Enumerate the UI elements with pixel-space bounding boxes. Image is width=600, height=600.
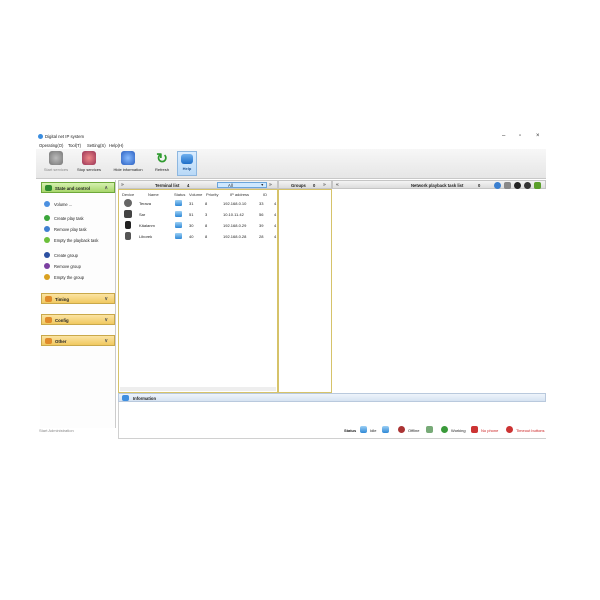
table-row[interactable]: Sar 51 3 10.10.11.42 56 4 (119, 209, 277, 219)
status-idle-icon (175, 211, 182, 217)
terminal-device-icon (125, 232, 131, 240)
remove-group-icon (44, 263, 50, 269)
remove-play-task-icon (44, 226, 50, 232)
phone-device-icon (124, 210, 132, 218)
create-group-icon (44, 252, 50, 258)
play-icon[interactable] (494, 182, 501, 189)
chevron-down-icon: ∨ (104, 317, 108, 323)
section-config[interactable]: Config ∨ (41, 314, 115, 325)
state-control-icon (45, 185, 52, 191)
section-other[interactable]: Other ∨ (41, 335, 115, 346)
empty-playback-task-icon (44, 237, 50, 243)
window-title: Digital net IP system (45, 134, 85, 139)
chevron-down-icon: ∨ (104, 296, 108, 302)
working-status-icon (441, 426, 448, 433)
hide-information-icon (121, 151, 135, 165)
table-row[interactable]: Liborek 40 8 192.168.0.28 28 4 (119, 231, 277, 241)
chevron-down-icon: ∨ (104, 338, 108, 344)
playback-task-panel (332, 189, 546, 393)
section-state-control[interactable]: State and control ∧ (41, 182, 115, 193)
terminal-device-icon (125, 221, 131, 229)
expand-right-icon[interactable]: » (323, 182, 326, 188)
menu-help[interactable]: Help(H) (109, 143, 123, 148)
table-row[interactable]: Käalanm 30 8 192.168.0.29 39 4 (119, 220, 277, 230)
settings-icon[interactable] (534, 182, 541, 189)
minimize-icon[interactable]: – (502, 133, 505, 140)
status-idle-icon (175, 222, 182, 228)
horizontal-scrollbar[interactable] (120, 387, 276, 391)
maximize-icon[interactable]: ▫ (519, 133, 521, 140)
table-row[interactable]: Terava 31 8 192.168.0.10 33 4 (119, 198, 277, 208)
chevron-down-icon: ▼ (260, 183, 264, 187)
empty-group-icon (44, 274, 50, 280)
timing-icon (45, 296, 52, 302)
close-icon[interactable]: × (536, 133, 540, 140)
refresh-button[interactable]: ↻ Refresh (151, 151, 173, 172)
list-icon[interactable] (504, 182, 511, 189)
menu-setting[interactable]: Setting(S) (87, 143, 106, 148)
menu-bar: Operating(O) Tool(T) Setting(S) Help(H) (36, 142, 546, 149)
stop-icon[interactable] (514, 182, 521, 189)
no-phone-icon (471, 426, 478, 433)
offline-status-icon (398, 426, 405, 433)
help-book-icon (181, 154, 193, 164)
collapse-left-icon[interactable]: « (336, 182, 339, 188)
groups-header: Groups 0 » (278, 180, 332, 189)
timeout-icon (506, 426, 513, 433)
speaker-status-icon (382, 426, 389, 433)
sidebar: State and control ∧ Volume ... Create pl… (40, 180, 116, 428)
title-bar: Digital net IP system – ▫ × (36, 131, 546, 142)
section-timing[interactable]: Timing ∨ (41, 293, 115, 304)
chevron-up-icon: ∧ (104, 185, 108, 191)
collapse-left-icon[interactable]: » (121, 182, 124, 188)
toolbar: Start services Stop services Hide inform… (36, 149, 546, 179)
speaker-working-icon (426, 426, 433, 433)
speaker-device-icon (124, 199, 132, 207)
expand-right-icon[interactable]: » (269, 182, 272, 188)
terminal-list-panel: Device Name Status Volume Priority IP ad… (118, 189, 278, 393)
terminal-filter-select[interactable]: All ▼ (217, 182, 267, 188)
status-bar: Start Administration Status Idle Offline… (39, 426, 545, 433)
volume-icon (44, 201, 50, 207)
help-button[interactable]: Help (177, 151, 197, 176)
app-window: Digital net IP system – ▫ × Operating(O)… (36, 131, 546, 439)
app-logo-icon (38, 134, 43, 139)
status-idle-icon (175, 200, 182, 206)
create-play-task-icon (44, 215, 50, 221)
record-icon[interactable] (524, 182, 531, 189)
information-icon (122, 395, 129, 401)
stop-services-button[interactable]: Stop services (74, 151, 104, 172)
start-services-icon (49, 151, 63, 165)
stop-services-icon (82, 151, 96, 165)
menu-tool[interactable]: Tool(T) (68, 143, 81, 148)
status-idle-icon (175, 233, 182, 239)
idle-status-icon (360, 426, 367, 433)
terminal-list-header: » Terminal list 4 All ▼ » (118, 180, 278, 189)
playback-header: « Network playback task list 0 (332, 180, 546, 189)
refresh-icon: ↻ (156, 150, 168, 166)
other-icon (45, 338, 52, 344)
main-area: » Terminal list 4 All ▼ » Groups 0 » « N… (118, 180, 546, 439)
menu-operating[interactable]: Operating(O) (39, 143, 63, 148)
config-icon (45, 317, 52, 323)
information-header[interactable]: Information (118, 393, 546, 402)
hide-information-button[interactable]: Hide information (109, 151, 147, 172)
groups-panel (278, 189, 332, 393)
start-services-button[interactable]: Start services (41, 151, 71, 172)
